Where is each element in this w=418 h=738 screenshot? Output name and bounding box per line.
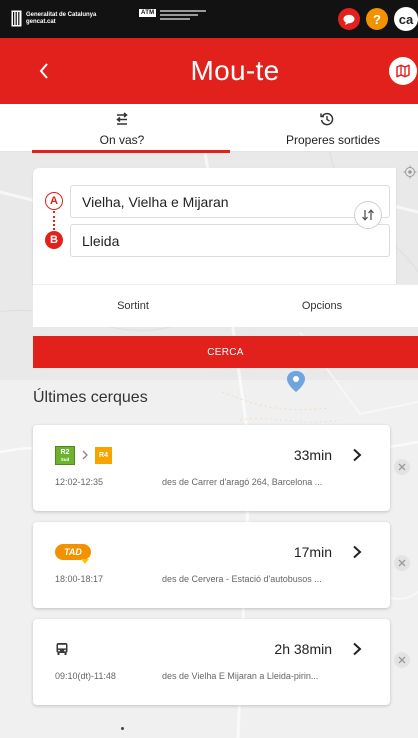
- recent-search-card[interactable]: R2 Sud R4 33min 12:02-12:35 des de Carre…: [33, 425, 390, 511]
- atm-label: ATM: [139, 9, 157, 17]
- help-button[interactable]: ?: [366, 8, 388, 30]
- remove-recent-search-button[interactable]: [394, 652, 410, 668]
- chevron-right-icon[interactable]: [351, 545, 363, 559]
- gencat-name: Generalitat de Catalunya: [26, 12, 97, 18]
- swap-button[interactable]: [354, 201, 382, 229]
- tab-properes-sortides[interactable]: Properes sortides: [230, 104, 418, 152]
- chevron-right-icon[interactable]: [351, 448, 363, 462]
- language-button[interactable]: ca: [394, 7, 418, 31]
- destination-input[interactable]: [70, 224, 390, 257]
- trip-duration: 33min: [293, 447, 332, 463]
- scroll-indicator-dot: [121, 727, 124, 730]
- tab-active-indicator: [230, 150, 418, 153]
- route-icon: [116, 112, 128, 125]
- trip-times: 18:00-18:17: [55, 574, 104, 584]
- departure-time-button[interactable]: Sortint: [33, 285, 233, 327]
- gencat-emblem-icon: [11, 10, 22, 27]
- swap-vertical-icon: [362, 209, 374, 221]
- chat-bubble-icon: [343, 14, 355, 25]
- gencat-wordmark: Generalitat de Catalunya gencat.cat: [26, 11, 96, 26]
- trip-legs: TAD: [55, 542, 91, 564]
- remove-recent-search-button[interactable]: [394, 459, 410, 475]
- tab-label: On vas?: [99, 133, 145, 147]
- map-icon: [396, 64, 410, 78]
- recent-searches-heading: Últimes cerques: [33, 389, 148, 406]
- recent-search-card[interactable]: 2h 38min 09:10(dt)-11:48 des de Vielha E…: [33, 619, 390, 705]
- map-button[interactable]: [389, 57, 417, 85]
- trip-description: des de Cervera - Estació d'autobusos ...: [162, 574, 322, 584]
- search-options-row: Sortint Opcions: [33, 284, 418, 327]
- chevron-right-icon[interactable]: [351, 642, 363, 656]
- atm-logo[interactable]: ATM: [139, 9, 207, 22]
- tab-bar: On vas? Properes sortides: [0, 104, 418, 153]
- back-button[interactable]: [34, 59, 54, 83]
- atm-wordmark-lines: [160, 10, 207, 22]
- app-header: Mou-te: [0, 38, 418, 104]
- search-button[interactable]: CERCA: [33, 336, 418, 368]
- my-location-icon: [403, 165, 417, 179]
- trip-times: 12:02-12:35: [55, 477, 104, 487]
- chat-button[interactable]: [338, 8, 360, 30]
- tab-active-indicator: [32, 150, 230, 153]
- locate-button[interactable]: [403, 165, 417, 179]
- top-bar: Generalitat de Catalunya gencat.cat ATM …: [0, 0, 418, 38]
- line-sublabel: Sud: [60, 456, 70, 462]
- gencat-url: gencat.cat: [26, 19, 56, 25]
- trip-duration: 2h 38min: [274, 641, 332, 657]
- origin-marker: A: [45, 192, 63, 210]
- page-title: Mou-te: [190, 55, 280, 86]
- tab-on-vas[interactable]: On vas?: [32, 104, 230, 153]
- options-button[interactable]: Opcions: [233, 285, 411, 327]
- line-badge-r4: R4: [95, 446, 112, 464]
- trip-legs: R2 Sud R4: [55, 445, 112, 465]
- gencat-logo[interactable]: Generalitat de Catalunya gencat.cat: [11, 10, 96, 27]
- chevron-left-icon: [39, 63, 48, 79]
- origin-input[interactable]: [70, 185, 390, 218]
- trip-legs: [55, 639, 69, 659]
- trip-times: 09:10(dt)-11:48: [55, 671, 116, 681]
- destination-marker: B: [45, 231, 63, 249]
- close-icon: [398, 559, 406, 567]
- line-label: R2: [60, 448, 70, 456]
- close-icon: [398, 463, 406, 471]
- history-icon: [320, 112, 334, 126]
- remove-recent-search-button[interactable]: [394, 555, 410, 571]
- trip-description: des de Carrer d'aragó 264, Barcelona ...: [162, 477, 323, 487]
- trip-duration: 17min: [293, 544, 332, 560]
- trip-description: des de Vielha E Mijaran a Lleida-pirin..…: [162, 671, 319, 681]
- line-badge-tad: TAD: [55, 544, 91, 564]
- route-search-card: A B: [33, 168, 396, 284]
- line-badge-r2: R2 Sud: [55, 445, 75, 465]
- route-connector: [53, 211, 55, 230]
- chevron-right-small-icon: [82, 450, 88, 460]
- tab-label: Properes sortides: [285, 133, 381, 147]
- recent-search-card[interactable]: TAD 17min 18:00-18:17 des de Cervera - E…: [33, 522, 390, 608]
- bus-icon: [56, 643, 68, 655]
- close-icon: [398, 656, 406, 664]
